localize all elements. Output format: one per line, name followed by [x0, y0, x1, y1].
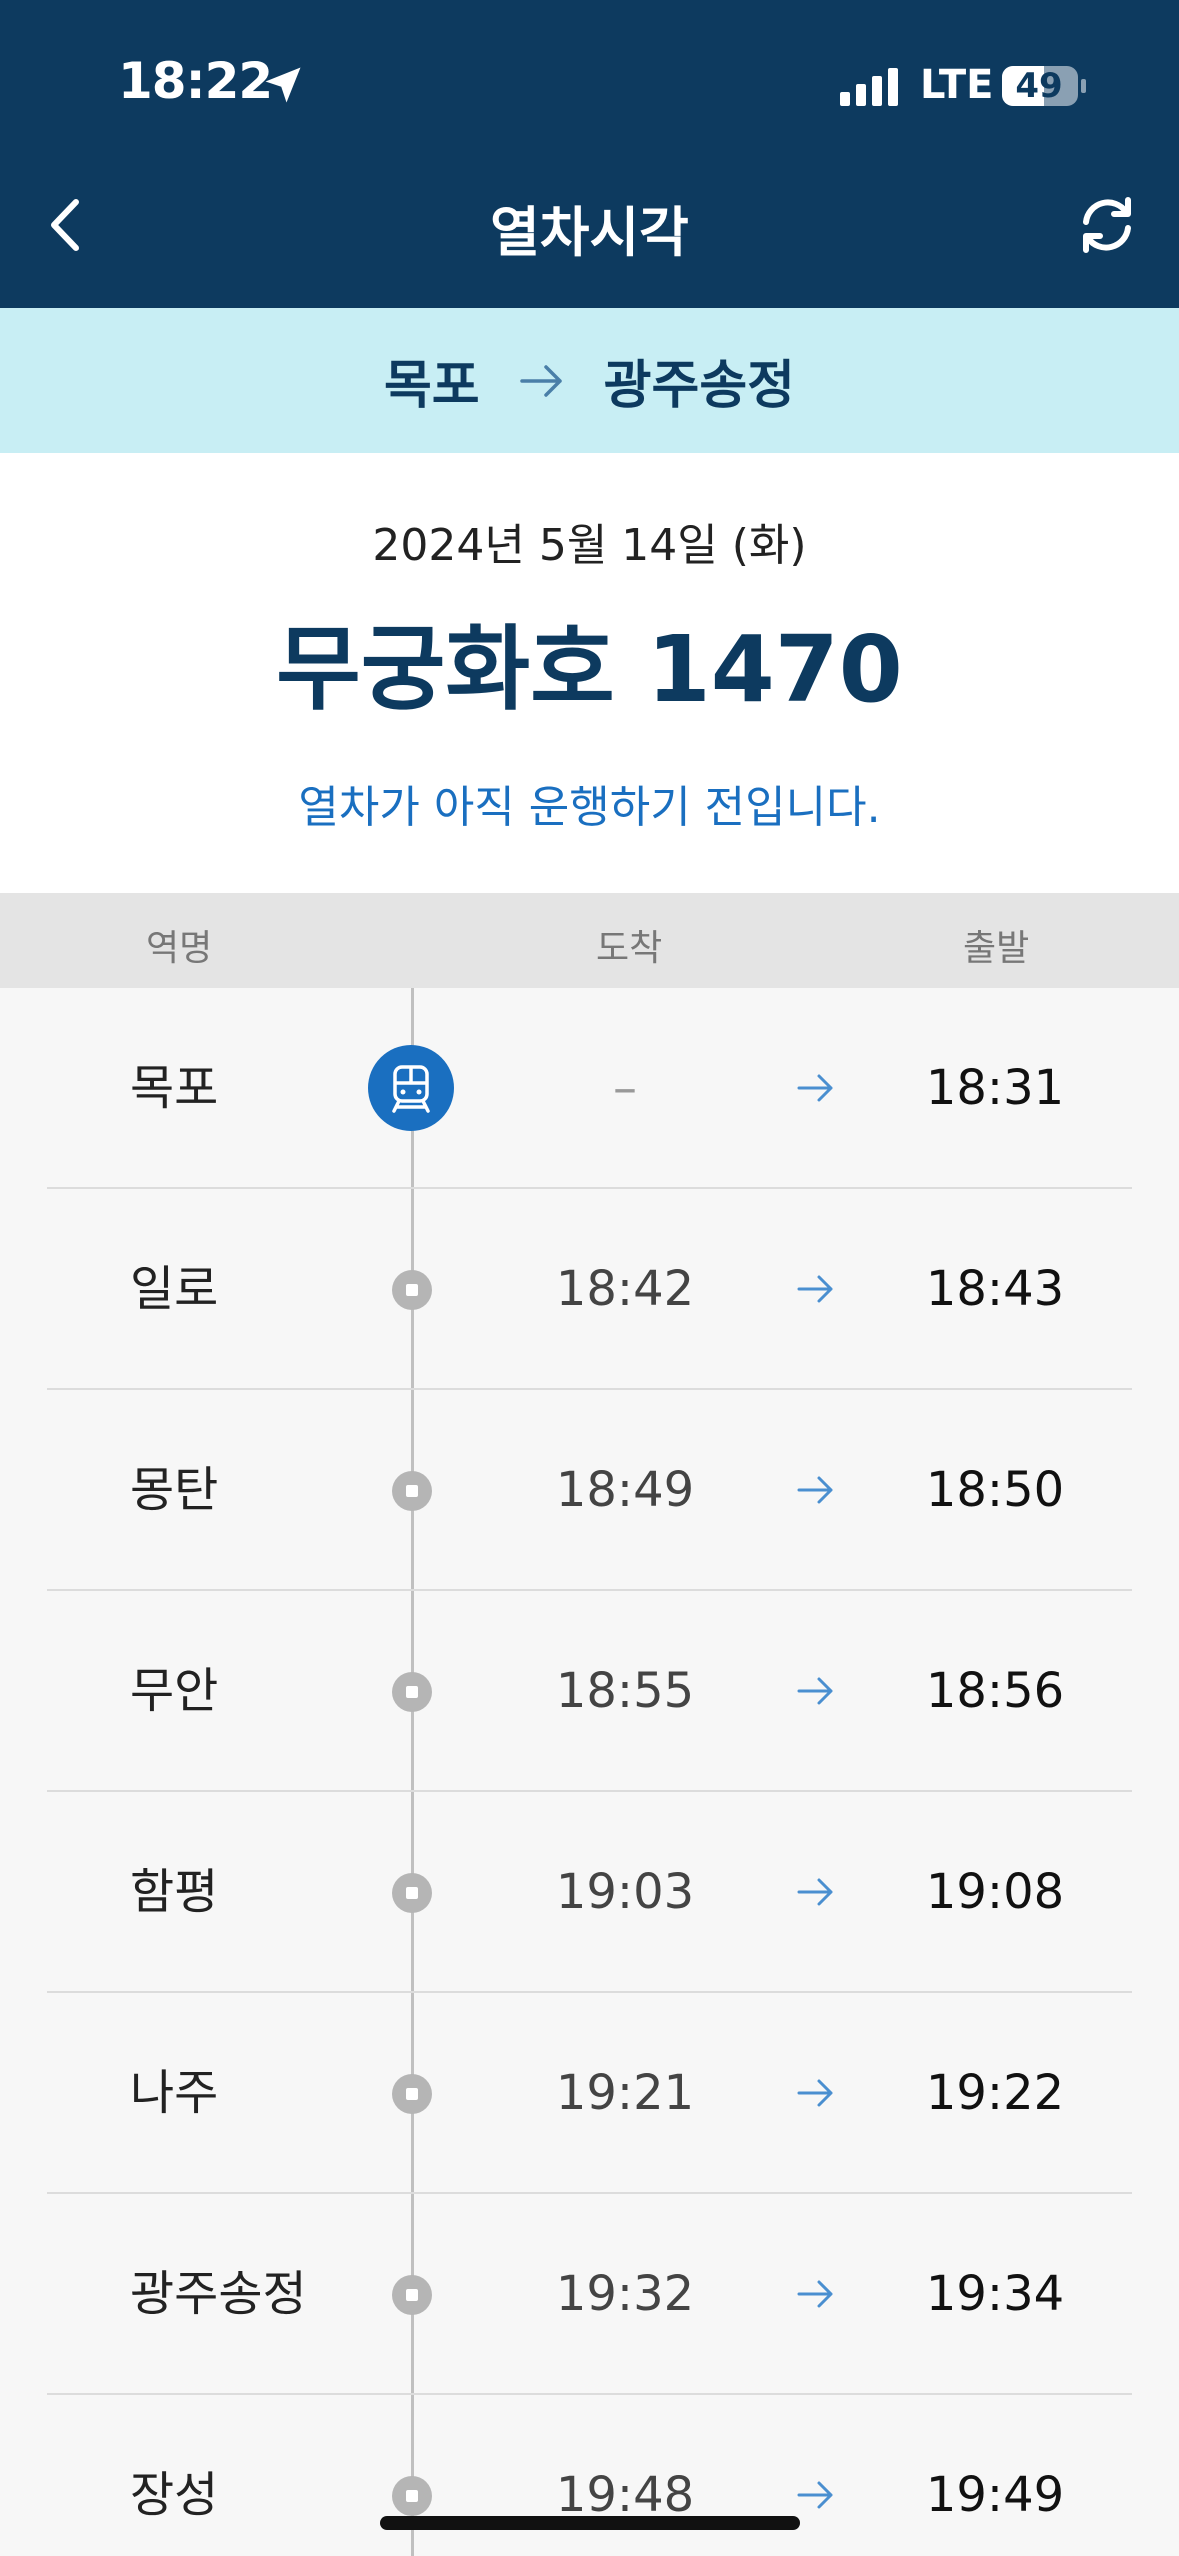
arrow-right-icon [797, 2079, 833, 2107]
arrow-right-icon [797, 1275, 833, 1303]
station-name: 나주 [130, 2065, 219, 2121]
arrow-right-icon [797, 2280, 833, 2308]
stop-dot-icon [392, 1270, 432, 1310]
departure-time: 18:43 [925, 1261, 1065, 1317]
stop-dot-icon [392, 2275, 432, 2315]
arrival-time: 18:42 [555, 1261, 695, 1317]
arrow-right-icon [797, 1074, 833, 1102]
arrow-right-icon [797, 1677, 833, 1705]
timetable-header: 역명 도착 출발 [0, 893, 1179, 988]
timetable-row: 함평 19:03 19:08 [0, 1792, 1179, 1993]
departure-time: 18:50 [925, 1462, 1065, 1518]
departure-time: 18:31 [925, 1060, 1065, 1116]
station-name: 무안 [130, 1663, 219, 1719]
timetable-row: 몽탄 18:49 18:50 [0, 1390, 1179, 1591]
arrival-time: 18:49 [555, 1462, 695, 1518]
train-info: 2024년 5월 14일 (화) 무궁화호 1470 열차가 아직 운행하기 전… [0, 453, 1179, 893]
status-time: 18:22 [118, 52, 273, 110]
stop-dot-icon [392, 2476, 432, 2516]
departure-time: 18:56 [925, 1663, 1065, 1719]
signal-icon [840, 68, 898, 106]
station-name: 목포 [130, 1060, 219, 1116]
stop-dot-icon [392, 1471, 432, 1511]
stop-dot-icon [392, 1873, 432, 1913]
battery-level: 49 [1015, 66, 1063, 106]
column-station: 역명 [146, 928, 213, 969]
stop-dot-icon [392, 2074, 432, 2114]
departure-time: 19:22 [925, 2065, 1065, 2121]
timetable-row: 나주 19:21 19:22 [0, 1993, 1179, 2194]
train-status-message: 열차가 아직 운행하기 전입니다. [298, 782, 881, 833]
column-departure: 출발 [963, 928, 1030, 969]
station-name: 함평 [130, 1864, 219, 1920]
departure-time: 19:08 [925, 1864, 1065, 1920]
arrow-right-icon [797, 2481, 833, 2509]
refresh-icon[interactable] [1072, 190, 1142, 260]
stop-dot-icon [392, 1672, 432, 1712]
arrow-right-icon [519, 364, 562, 397]
route-bar: 목포 광주송정 [0, 308, 1179, 453]
column-arrival: 도착 [596, 928, 663, 969]
arrival-time: 19:48 [555, 2467, 695, 2523]
arrival-time: 18:55 [555, 1663, 695, 1719]
page-title: 열차시각 [490, 201, 689, 264]
timetable-row: 장성 19:48 19:49 [0, 2395, 1179, 2556]
route-origin: 목포 [383, 356, 480, 416]
timetable-row: 광주송정 19:32 19:34 [0, 2194, 1179, 2395]
travel-date: 2024년 5월 14일 (화) [372, 520, 807, 571]
timetable-row: 일로 18:42 18:43 [0, 1189, 1179, 1390]
route-destination: 광주송정 [603, 356, 796, 416]
arrival-time: 19:32 [555, 2266, 695, 2322]
app-header: 18:22 LTE 49 열차시각 [0, 0, 1179, 308]
train-icon [368, 1045, 454, 1131]
location-arrow-icon [265, 67, 301, 103]
arrival-time: – [613, 1060, 637, 1116]
arrow-right-icon [797, 1476, 833, 1504]
arrival-time: 19:03 [555, 1864, 695, 1920]
station-name: 장성 [130, 2467, 219, 2523]
timetable-row: 무안 18:55 18:56 [0, 1591, 1179, 1792]
train-name: 무궁화호 1470 [276, 616, 903, 723]
timetable-row: 목포 – 18:31 [0, 988, 1179, 1189]
departure-time: 19:49 [925, 2467, 1065, 2523]
station-name: 광주송정 [130, 2266, 307, 2322]
arrival-time: 19:21 [555, 2065, 695, 2121]
departure-time: 19:34 [925, 2266, 1065, 2322]
station-name: 몽탄 [130, 1462, 219, 1518]
home-indicator [380, 2516, 800, 2530]
arrow-right-icon [797, 1878, 833, 1906]
network-type: LTE [920, 62, 994, 108]
station-name: 일로 [130, 1261, 219, 1317]
